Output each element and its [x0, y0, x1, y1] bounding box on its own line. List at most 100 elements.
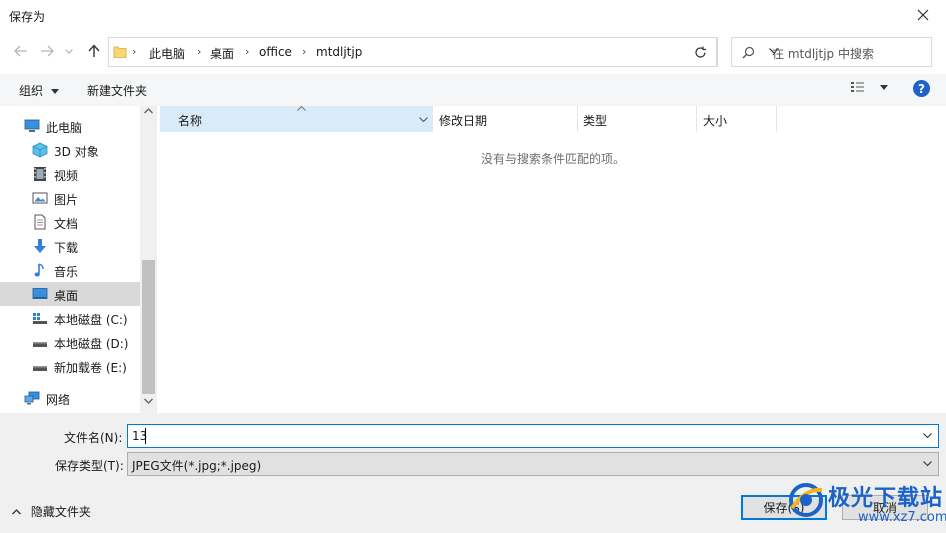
text-caret: [145, 428, 146, 444]
column-divider[interactable]: [776, 106, 777, 132]
breadcrumb-this-pc[interactable]: 此电脑: [149, 45, 185, 62]
column-header-label: 大小: [703, 114, 728, 128]
drive-icon: [33, 342, 47, 347]
watermark: 极光下载站 www.xz7.com: [786, 476, 946, 533]
new-folder-button[interactable]: 新建文件夹: [87, 82, 147, 99]
title-bar: 保存为: [0, 0, 946, 32]
breadcrumb-desktop[interactable]: 桌面: [210, 45, 234, 62]
up-button[interactable]: [83, 40, 105, 62]
folder-icon: [113, 46, 127, 58]
video-icon: [34, 167, 46, 181]
window-title: 保存为: [9, 10, 46, 24]
sidebar-item-label: 网络: [46, 393, 71, 407]
filename-input[interactable]: 13: [127, 424, 939, 448]
breadcrumb-current-folder[interactable]: mtdljtjp: [316, 45, 362, 59]
watermark-logo: [789, 483, 823, 517]
sidebar-item-videos[interactable]: 视频: [0, 162, 140, 186]
details-view-icon: [851, 82, 864, 92]
sidebar-item-label: 音乐: [54, 265, 79, 279]
caret-down-icon: [50, 89, 59, 94]
forward-button[interactable]: [36, 40, 58, 62]
sidebar-item-downloads[interactable]: 下载: [0, 234, 140, 258]
navigation-bar: › 此电脑 › 桌面 › office › mtdljtjp 在 mtdljtj…: [0, 32, 946, 70]
column-header-size[interactable]: 大小: [697, 106, 776, 132]
empty-results-message: 没有与搜索条件匹配的项。: [480, 152, 625, 166]
chevron-up-icon: [12, 509, 21, 515]
sidebar-item-music[interactable]: 音乐: [0, 258, 140, 282]
network-icon: [24, 391, 40, 405]
scroll-down-icon[interactable]: [144, 398, 153, 404]
chevron-down-icon[interactable]: [923, 433, 932, 438]
chevron-down-icon: [923, 461, 932, 466]
download-icon: [34, 239, 46, 253]
scrollbar-thumb[interactable]: [142, 260, 155, 394]
search-box[interactable]: 在 mtdljtjp 中搜索: [731, 37, 932, 67]
filetype-select[interactable]: JPEG文件(*.jpg;*.jpeg): [127, 452, 939, 476]
column-header-type[interactable]: 类型: [578, 106, 696, 132]
sidebar-scrollbar[interactable]: [140, 106, 157, 413]
recent-locations-button[interactable]: [62, 40, 76, 62]
document-icon: [34, 214, 46, 230]
sidebar-item-label: 3D 对象: [54, 145, 99, 159]
address-bar[interactable]: › 此电脑 › 桌面 › office › mtdljtjp: [108, 37, 779, 67]
column-header-label: 名称: [178, 114, 203, 128]
sidebar-item-label: 视频: [54, 169, 79, 183]
sidebar-item-label: 本地磁盘 (C:): [54, 313, 128, 327]
breadcrumb-office[interactable]: office: [259, 45, 292, 59]
organize-button[interactable]: 组织: [19, 82, 59, 99]
drive-c-icon: [33, 313, 47, 324]
filename-label: 文件名(N):: [64, 431, 123, 445]
column-header-modified[interactable]: 修改日期: [433, 106, 577, 132]
search-placeholder[interactable]: 在 mtdljtjp 中搜索: [772, 45, 874, 62]
sort-ascending-icon: [297, 106, 306, 111]
watermark-url: www.xz7.com: [858, 510, 946, 525]
up-arrow-icon: [88, 44, 100, 57]
breadcrumb-separator: ›: [132, 45, 137, 58]
file-list: 名称 修改日期 类型 大小 没有与搜索条件匹配的项。: [160, 106, 946, 413]
sidebar-item-label: 此电脑: [46, 121, 83, 135]
caret-down-icon: [879, 85, 888, 90]
music-icon: [34, 263, 44, 277]
breadcrumb-separator: ›: [197, 45, 202, 58]
close-icon: [917, 9, 929, 21]
sidebar-item-drive-c[interactable]: 本地磁盘 (C:): [0, 306, 140, 330]
sidebar-item-label: 文档: [54, 217, 79, 231]
sidebar-item-documents[interactable]: 文档: [0, 210, 140, 234]
back-arrow-icon: [14, 45, 27, 57]
command-toolbar: 组织 新建文件夹 ?: [0, 74, 946, 106]
sidebar-item-desktop[interactable]: 桌面: [0, 282, 140, 306]
filetype-value: JPEG文件(*.jpg;*.jpeg): [132, 459, 262, 473]
breadcrumb-separator: ›: [245, 45, 250, 58]
back-button[interactable]: [10, 40, 32, 62]
sidebar-item-label: 下载: [54, 241, 79, 255]
picture-icon: [32, 192, 48, 204]
hide-folders-toggle[interactable]: 隐藏文件夹: [12, 503, 91, 520]
refresh-icon: [695, 46, 706, 58]
sidebar-item-drive-d[interactable]: 本地磁盘 (D:): [0, 330, 140, 354]
column-header-label: 修改日期: [439, 114, 488, 128]
sidebar-item-network[interactable]: 网络: [0, 386, 140, 410]
breadcrumb-separator: ›: [302, 45, 307, 58]
sidebar-item-pictures[interactable]: 图片: [0, 186, 140, 210]
help-button[interactable]: ?: [913, 80, 930, 97]
column-filter-dropdown-icon[interactable]: [419, 117, 428, 122]
filetype-label: 保存类型(T):: [55, 459, 124, 473]
navigation-pane: 此电脑 3D 对象 视频 图片 文档 下载 音乐 桌面 本地磁盘 (C:) 本地…: [0, 106, 158, 413]
search-icon: [742, 46, 755, 59]
sidebar-item-drive-e[interactable]: 新加载卷 (E:): [0, 354, 140, 378]
sidebar-item-label: 桌面: [54, 289, 79, 303]
close-button[interactable]: [900, 0, 946, 30]
view-options-button[interactable]: [850, 81, 888, 96]
cube-icon: [32, 142, 48, 158]
organize-label: 组织: [19, 84, 44, 98]
drive-icon: [33, 366, 47, 371]
sidebar-item-3d-objects[interactable]: 3D 对象: [0, 138, 140, 162]
desktop-icon: [32, 288, 48, 299]
refresh-button[interactable]: [685, 37, 717, 67]
sidebar-item-this-pc[interactable]: 此电脑: [0, 114, 140, 138]
scroll-up-icon[interactable]: [144, 108, 153, 114]
chevron-down-icon: [65, 48, 73, 54]
forward-arrow-icon: [41, 45, 54, 57]
column-header-name[interactable]: 名称: [160, 106, 432, 132]
column-header-label: 类型: [583, 114, 608, 128]
